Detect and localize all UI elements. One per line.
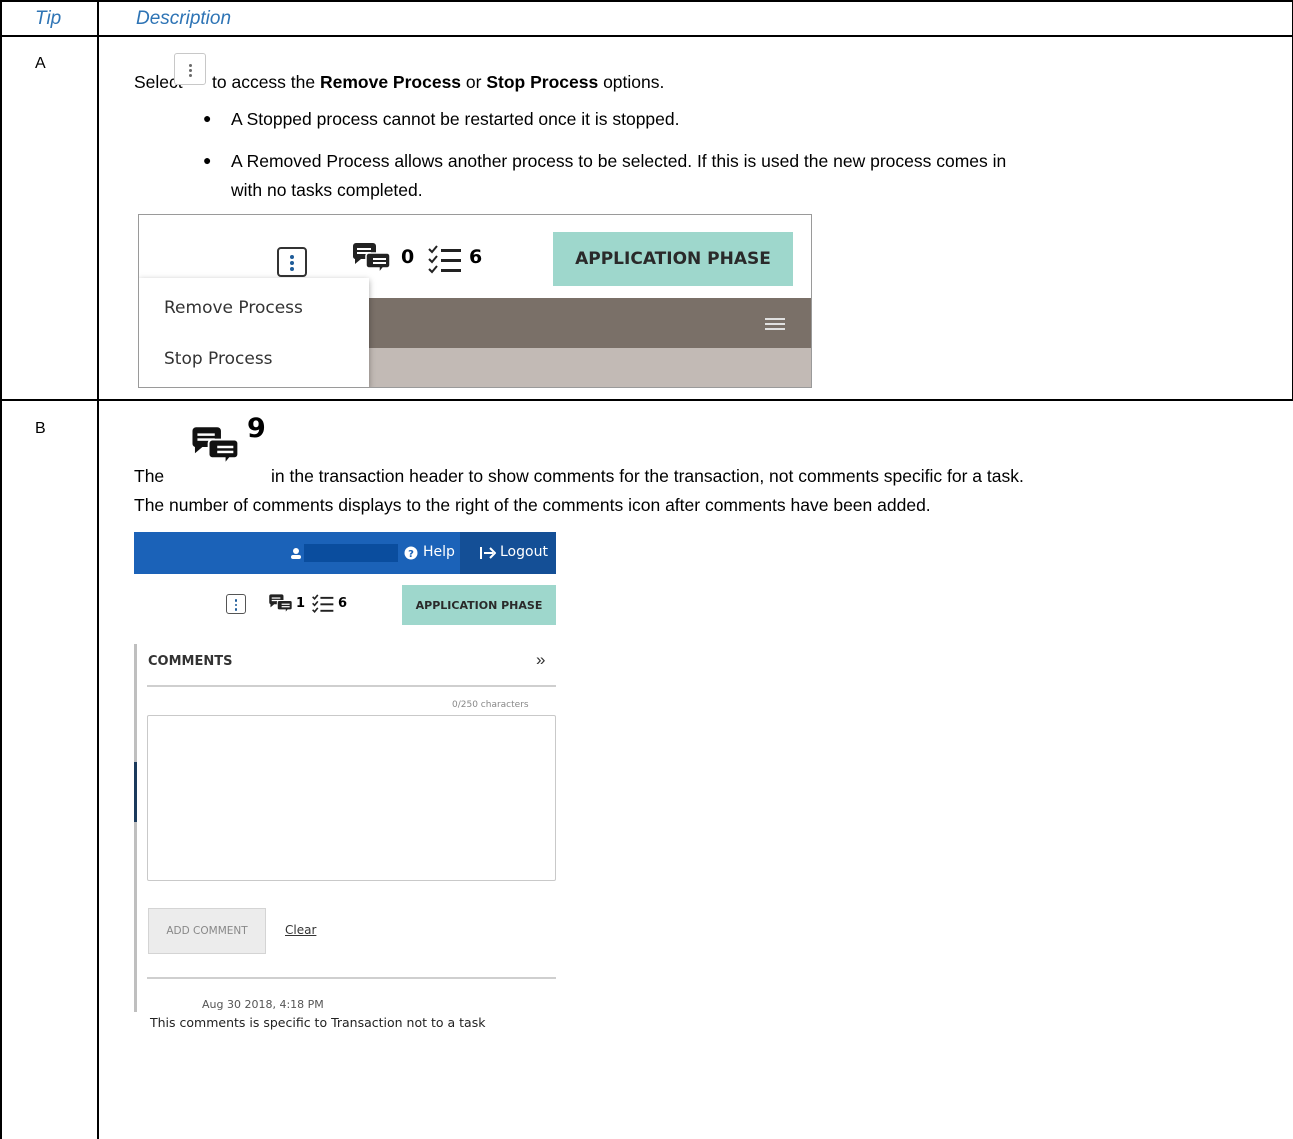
- svg-text:?: ?: [408, 549, 414, 560]
- comment-timestamp-visible: Aug 30 2018, 4:18 PM: [202, 998, 324, 1011]
- intro-end-text: options.: [598, 72, 665, 92]
- bullet-dot: ●: [203, 152, 212, 168]
- column-header-tip: Tip: [35, 8, 62, 29]
- logout-link[interactable]: Logout: [500, 544, 548, 560]
- bullet-removed-text-line1: A Removed Process allows another process…: [231, 151, 1007, 171]
- task-count: 6: [469, 246, 483, 268]
- task-count: 6: [338, 596, 348, 611]
- row-a-divider: [0, 399, 1293, 401]
- process-dropdown-menu: Remove Process Stop Process: [139, 278, 369, 387]
- add-comment-button[interactable]: ADD COMMENT: [148, 908, 266, 954]
- task-checklist-icon[interactable]: [312, 594, 334, 614]
- menu-item-stop-process[interactable]: Stop Process: [164, 349, 273, 369]
- collapse-panel-icon[interactable]: »: [536, 650, 545, 670]
- user-icon: [291, 548, 301, 559]
- tip-letter-b: B: [35, 420, 46, 437]
- task-checklist-icon[interactable]: [428, 245, 462, 275]
- row-b-line2: The number of comments displays to the r…: [134, 495, 931, 515]
- comment-body: This comments is specific to Transaction…: [150, 1015, 486, 1030]
- app-top-bar: ? Help Logout: [134, 532, 556, 574]
- table-border-top: [0, 0, 1293, 2]
- redacted-username: [304, 544, 398, 562]
- comments-icon-number: 9: [247, 413, 266, 444]
- character-counter: 0/250 characters: [452, 700, 529, 710]
- menu-item-remove-process[interactable]: Remove Process: [164, 298, 303, 318]
- comments-panel-title: COMMENTS: [148, 654, 233, 669]
- kebab-menu-icon: [174, 53, 206, 85]
- tip-letter-a: A: [35, 55, 46, 72]
- application-phase-button[interactable]: APPLICATION PHASE: [553, 232, 793, 286]
- comments-list-separator: [147, 977, 556, 979]
- comments-icon[interactable]: [351, 240, 393, 274]
- bullet-dot: ●: [203, 110, 212, 126]
- table-column-divider: [97, 0, 99, 1139]
- table-border-left: [0, 0, 2, 1139]
- bullet-removed-text-line2: with no tasks completed.: [231, 180, 423, 200]
- screenshot-comments-panel: ? Help Logout 1 6 APPLICATION PHASE COMM…: [134, 532, 556, 1012]
- clear-link[interactable]: Clear: [285, 923, 316, 937]
- help-link[interactable]: Help: [423, 544, 455, 560]
- or-text: or: [461, 72, 487, 92]
- comment-count: 1: [296, 596, 306, 611]
- help-icon[interactable]: ?: [404, 546, 418, 560]
- comments-icon[interactable]: [268, 592, 294, 614]
- column-header-description: Description: [136, 8, 232, 29]
- application-phase-button[interactable]: APPLICATION PHASE: [402, 585, 556, 625]
- comment-count: 0: [401, 246, 415, 268]
- comments-icon: [192, 427, 240, 467]
- remove-process-term: Remove Process: [319, 72, 462, 92]
- screenshot-process-menu: 0 6 APPLICATION PHASE Remove Process Sto…: [138, 214, 812, 388]
- comment-textarea[interactable]: [147, 715, 556, 881]
- intro-middle-text: to access the: [212, 72, 320, 92]
- row-b-line1-start: The: [134, 466, 165, 486]
- logout-icon[interactable]: [480, 546, 496, 560]
- bullet-stopped-text: A Stopped process cannot be restarted on…: [231, 109, 680, 129]
- stop-process-term: Stop Process: [486, 72, 599, 92]
- hamburger-icon[interactable]: [765, 318, 785, 330]
- header-row-divider: [0, 35, 1293, 37]
- row-a-intro-rest: to access the Remove Process or Stop Pro…: [212, 72, 664, 93]
- comments-panel-border: [134, 644, 137, 1012]
- row-b-line1-rest: in the transaction header to show commen…: [271, 466, 1024, 486]
- comments-panel-accent: [134, 762, 137, 822]
- title-separator: [147, 685, 556, 687]
- kebab-menu-button[interactable]: [277, 247, 307, 277]
- kebab-menu-button[interactable]: [226, 594, 246, 614]
